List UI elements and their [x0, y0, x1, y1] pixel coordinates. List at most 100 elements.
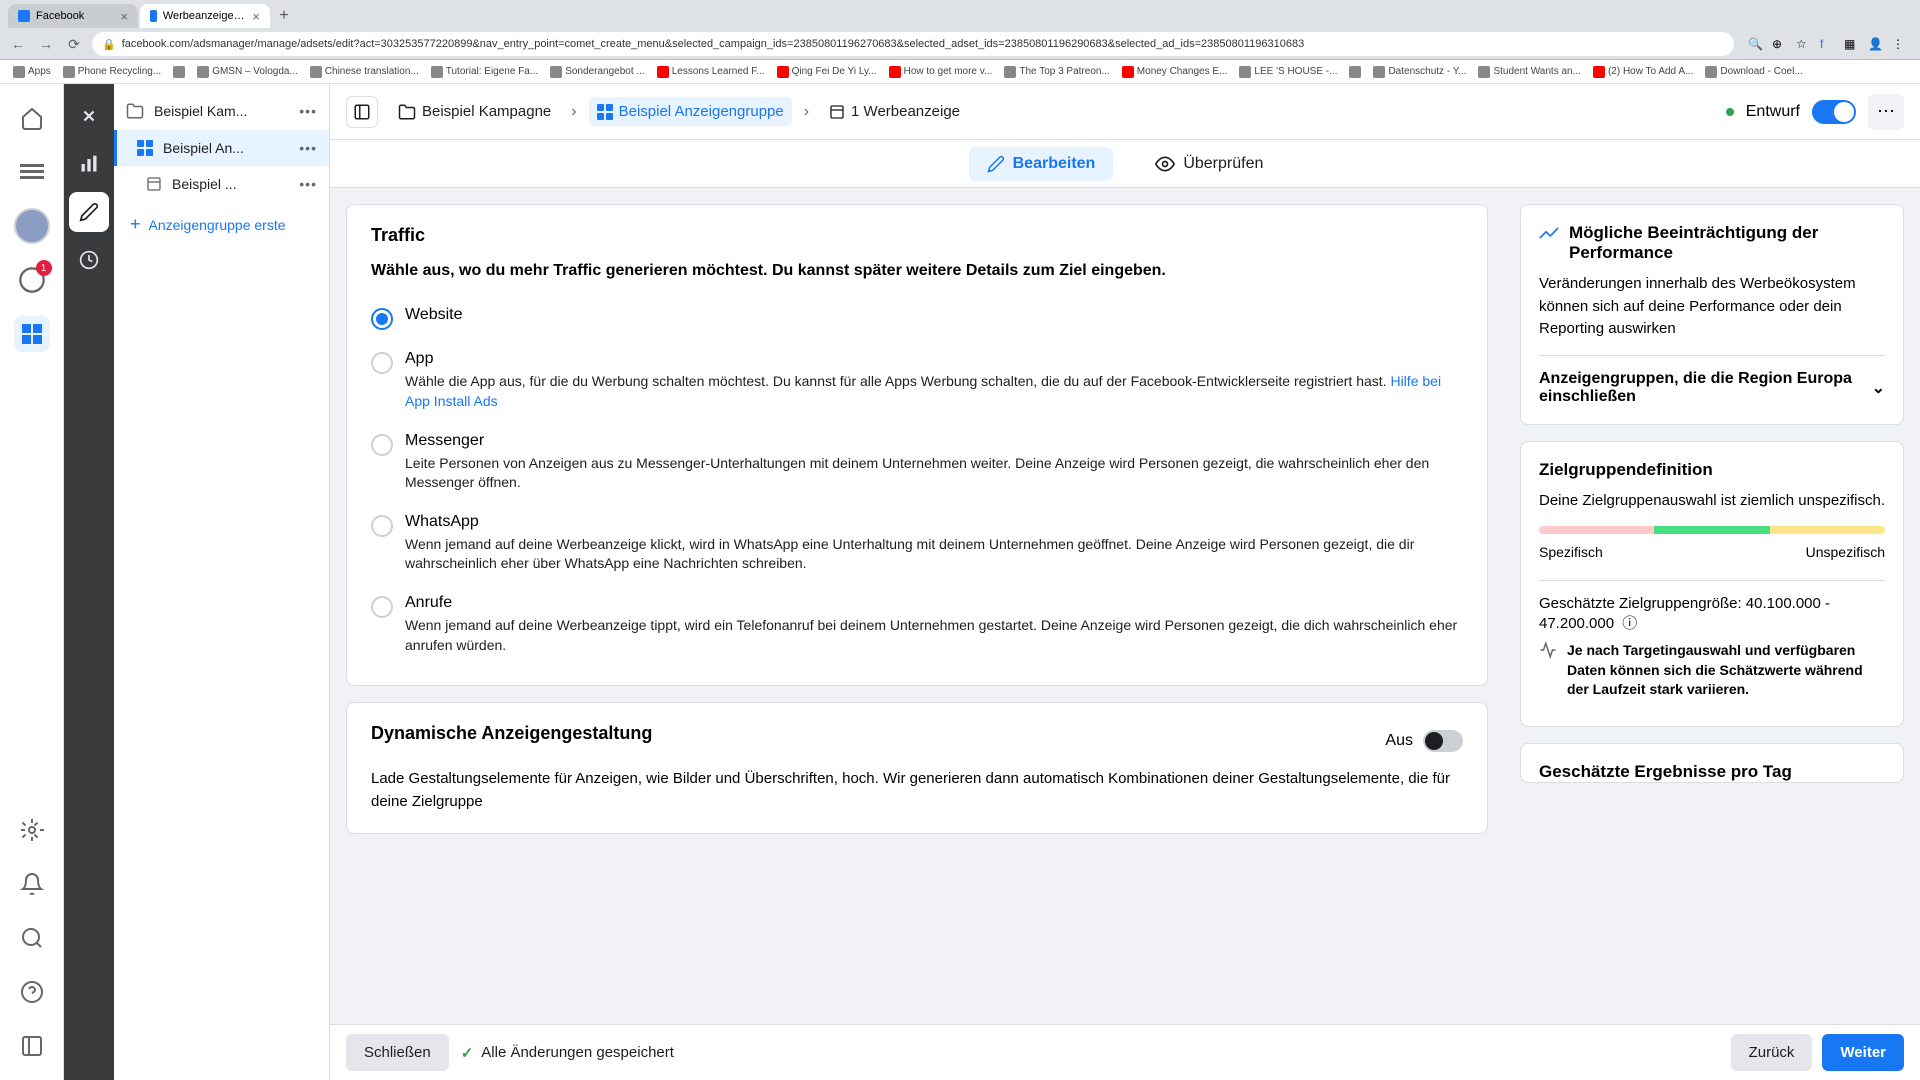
bookmark[interactable]: Student Wants an... — [1473, 64, 1585, 80]
avatar[interactable] — [14, 208, 50, 244]
traffic-title: Traffic — [371, 225, 1463, 246]
url-input[interactable]: 🔒 facebook.com/adsmanager/manage/adsets/… — [92, 32, 1734, 56]
active-toggle[interactable] — [1812, 100, 1856, 124]
expand-row[interactable]: Anzeigengruppen, die die Region Europa e… — [1539, 355, 1885, 406]
tree-campaign[interactable]: Beispiel Kam... ••• — [114, 92, 329, 130]
tab-edit[interactable]: Bearbeiten — [969, 147, 1114, 181]
bookmark[interactable] — [168, 64, 190, 80]
bookmark[interactable]: Apps — [8, 64, 56, 80]
plus-icon: + — [130, 214, 141, 235]
dynamic-toggle[interactable] — [1423, 730, 1463, 752]
bookmark[interactable]: LEE 'S HOUSE -... — [1234, 64, 1342, 80]
reload-button[interactable]: ⟳ — [64, 34, 84, 54]
radio-input[interactable] — [371, 434, 393, 456]
traffic-card: Traffic Wähle aus, wo du mehr Traffic ge… — [346, 204, 1488, 686]
breadcrumb-ad[interactable]: 1 Werbeanzeige — [821, 97, 968, 126]
url-bar: ← → ⟳ 🔒 facebook.com/adsmanager/manage/a… — [0, 28, 1920, 60]
menu-icon[interactable]: ⋮ — [1892, 37, 1906, 51]
bookmark[interactable]: Phone Recycling... — [58, 64, 166, 80]
facebook-icon — [18, 10, 30, 22]
radio-input[interactable] — [371, 515, 393, 537]
shield-icon[interactable]: ⊕ — [1772, 37, 1786, 51]
bookmark[interactable]: Chinese translation... — [305, 64, 424, 80]
forward-button[interactable]: → — [36, 34, 56, 54]
zoom-icon[interactable]: 🔍 — [1748, 37, 1762, 51]
content-row: Traffic Wähle aus, wo du mehr Traffic ge… — [330, 188, 1920, 1024]
facebook-icon[interactable]: f — [1820, 37, 1834, 51]
create-adset-button[interactable]: + Anzeigengruppe erste — [114, 202, 329, 247]
tab-label: Überprüfen — [1183, 155, 1263, 173]
settings-icon[interactable] — [14, 812, 50, 848]
notification-badge: 1 — [36, 260, 52, 276]
bookmark[interactable]: Sonderangebot ... — [545, 64, 650, 80]
search-icon[interactable] — [14, 920, 50, 956]
edit-icon[interactable] — [69, 192, 109, 232]
side-column: Mögliche Beeinträchtigung der Performanc… — [1520, 188, 1920, 1024]
create-label: Anzeigengruppe erste — [149, 217, 286, 233]
more-icon[interactable]: ••• — [299, 176, 317, 192]
close-icon[interactable]: × — [120, 9, 128, 24]
bookmark[interactable]: (2) How To Add A... — [1588, 64, 1698, 80]
form-column: Traffic Wähle aus, wo du mehr Traffic ge… — [330, 188, 1504, 1024]
collapse-icon[interactable] — [14, 1028, 50, 1064]
browser-tab-active[interactable]: Werbeanzeigenmanager - We × — [140, 4, 270, 28]
radio-whatsapp[interactable]: WhatsApp Wenn jemand auf deine Werbeanze… — [371, 503, 1463, 584]
breadcrumb-campaign[interactable]: Beispiel Kampagne — [390, 97, 559, 127]
radio-label: App — [405, 350, 1463, 368]
radio-input[interactable] — [371, 596, 393, 618]
browser-tab[interactable]: Facebook × — [8, 4, 138, 28]
breadcrumb-adset[interactable]: Beispiel Anzeigengruppe — [589, 97, 792, 126]
radio-description: Wähle die App aus, für die du Werbung sc… — [405, 372, 1463, 411]
youtube-icon — [1122, 66, 1134, 78]
tree-ad[interactable]: Beispiel ... ••• — [114, 166, 329, 202]
more-icon[interactable]: ••• — [299, 140, 317, 156]
bell-icon[interactable] — [14, 866, 50, 902]
history-icon[interactable] — [69, 240, 109, 280]
bookmark[interactable]: Qing Fei De Yi Ly... — [772, 64, 882, 80]
menu-icon[interactable] — [14, 154, 50, 190]
bookmark[interactable]: The Top 3 Patreon... — [999, 64, 1114, 80]
back-button[interactable]: ← — [8, 34, 28, 54]
next-button[interactable]: Weiter — [1822, 1034, 1904, 1071]
cookie-icon[interactable]: 1 — [14, 262, 50, 298]
new-tab-button[interactable]: + — [272, 4, 296, 28]
info-icon[interactable]: ⓘ — [1622, 615, 1637, 632]
expand-label: Anzeigengruppen, die die Region Europa e… — [1539, 370, 1872, 406]
folder-icon — [398, 103, 416, 121]
tab-review[interactable]: Überprüfen — [1137, 146, 1281, 182]
star-icon[interactable]: ☆ — [1796, 37, 1810, 51]
tree-adset[interactable]: Beispiel An... ••• — [114, 130, 329, 166]
bookmark[interactable]: Money Changes E... — [1117, 64, 1233, 80]
radio-app[interactable]: App Wähle die App aus, für die du Werbun… — [371, 340, 1463, 421]
profile-icon[interactable]: 👤 — [1868, 37, 1882, 51]
breadcrumb-label: Beispiel Kampagne — [422, 103, 551, 120]
radio-messenger[interactable]: Messenger Leite Personen von Anzeigen au… — [371, 422, 1463, 503]
more-menu-button[interactable]: ⋯ — [1868, 94, 1904, 130]
more-icon[interactable]: ••• — [299, 103, 317, 119]
radio-calls[interactable]: Anrufe Wenn jemand auf deine Werbeanzeig… — [371, 584, 1463, 665]
chevron-right-icon: › — [804, 103, 809, 121]
radio-website[interactable]: Website — [371, 296, 1463, 340]
bookmark[interactable]: GMSN – Vologda... — [192, 64, 303, 80]
close-icon[interactable]: × — [252, 9, 260, 24]
close-panel-button[interactable] — [69, 96, 109, 136]
extension-icon[interactable]: ▦ — [1844, 37, 1858, 51]
apps-icon — [13, 66, 25, 78]
save-status-text: Alle Änderungen gespeichert — [481, 1044, 674, 1061]
ads-manager-icon[interactable] — [14, 316, 50, 352]
bookmark[interactable]: Download - Coel... — [1700, 64, 1807, 80]
radio-input[interactable] — [371, 308, 393, 330]
radio-label: WhatsApp — [405, 513, 1463, 531]
bookmark[interactable] — [1344, 64, 1366, 80]
bookmark[interactable]: Tutorial: Eigene Fa... — [426, 64, 543, 80]
home-icon[interactable] — [14, 100, 50, 136]
panel-toggle-icon[interactable] — [346, 96, 378, 128]
bookmark[interactable]: How to get more v... — [884, 64, 998, 80]
radio-input[interactable] — [371, 352, 393, 374]
bookmark[interactable]: Datenschutz - Y... — [1368, 64, 1471, 80]
help-icon[interactable] — [14, 974, 50, 1010]
bookmark[interactable]: Lessons Learned F... — [652, 64, 770, 80]
back-button[interactable]: Zurück — [1731, 1034, 1813, 1071]
chart-icon[interactable] — [69, 144, 109, 184]
close-button[interactable]: Schließen — [346, 1034, 449, 1071]
